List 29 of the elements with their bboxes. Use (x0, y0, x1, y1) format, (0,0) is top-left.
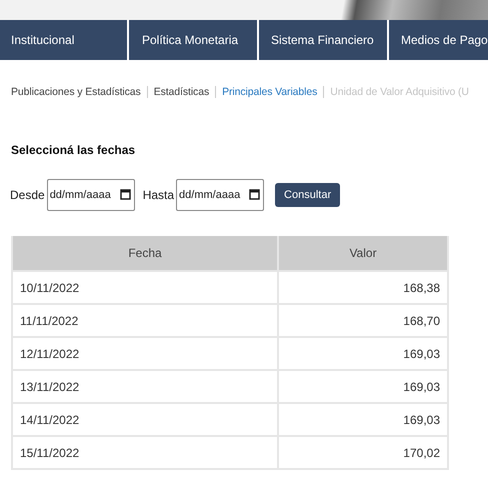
table-cell: 13/11/2022 (12, 370, 278, 403)
table-cell: 169,03 (278, 337, 448, 370)
table-cell: 10/11/2022 (12, 271, 278, 304)
date-field[interactable]: dd/mm/aaaa (46, 179, 135, 211)
nav-tab[interactable]: Medios de Pago (389, 20, 488, 60)
from-label: Desde (10, 188, 45, 202)
table-cell: 12/11/2022 (12, 337, 278, 370)
nav-tab[interactable]: Política Monetaria (129, 20, 257, 60)
nav-tab[interactable]: Sistema Financiero (259, 20, 387, 60)
column-header: Fecha (12, 236, 278, 271)
table-cell: 168,70 (278, 304, 448, 337)
column-header: Valor (278, 236, 448, 271)
date-field[interactable]: dd/mm/aaaa (176, 179, 264, 211)
table-cell: 169,03 (278, 403, 448, 436)
nav-tab[interactable]: Institucional (0, 20, 127, 60)
consultar-button[interactable]: Consultar (275, 183, 340, 207)
form-title: Seleccioná las fechas (11, 143, 136, 157)
breadcrumb-link[interactable]: Publicaciones y Estadísticas (11, 86, 141, 98)
table-cell: 170,02 (278, 436, 448, 469)
table-cell: 169,03 (278, 370, 448, 403)
to-label: Hasta (142, 188, 174, 202)
breadcrumb-link[interactable]: Principales Variables (222, 86, 318, 98)
table-cell: 168,38 (278, 271, 448, 304)
breadcrumb-link[interactable]: Estadísticas (154, 86, 210, 98)
table-cell: 11/11/2022 (12, 304, 278, 337)
table-cell: 14/11/2022 (12, 403, 278, 436)
calendar-icon (120, 189, 131, 200)
calendar-icon (249, 189, 260, 200)
table-cell: 15/11/2022 (12, 436, 278, 469)
